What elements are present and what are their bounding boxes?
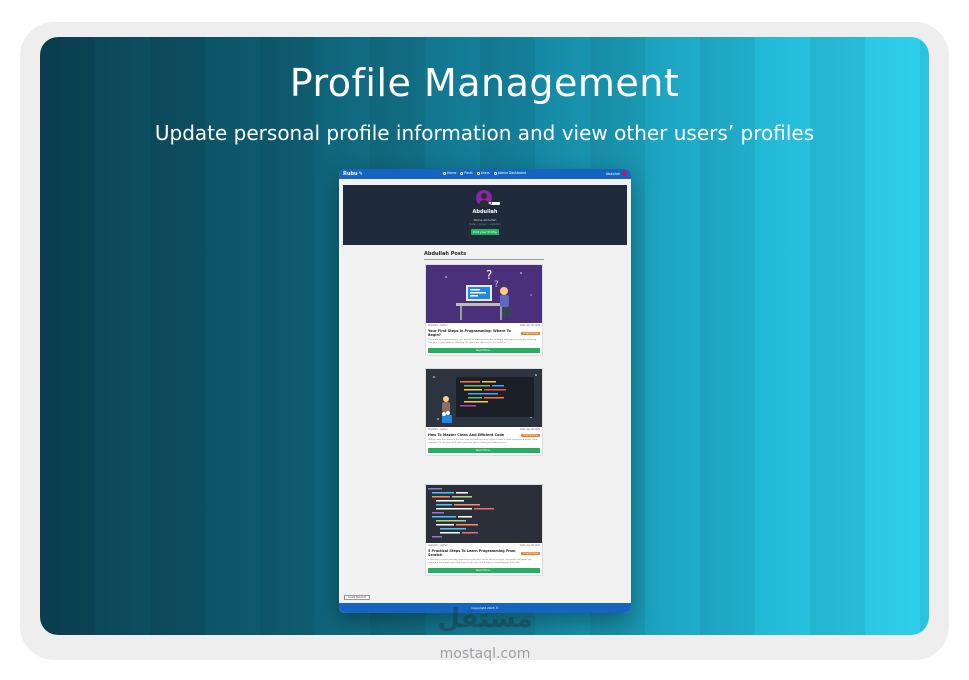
post-date: Date: Apr 06 2025 [519, 428, 540, 431]
post-author: Abdullah • Author [428, 428, 448, 431]
nav-users[interactable]: Users [476, 171, 490, 175]
post-excerpt: The world of programming is vast and ful… [428, 339, 537, 344]
nav-avatar [622, 171, 627, 176]
post-author: Abdullah • Author [428, 324, 448, 327]
create-post-button[interactable]: Create New Post [344, 595, 370, 600]
hero-title: Profile Management [289, 61, 680, 105]
svg-text:?: ? [486, 268, 492, 282]
post-title[interactable]: 5 Practical Steps To Learn Programming F… [428, 549, 521, 557]
watermark-latin: mostaql.com [439, 646, 531, 662]
post-date: Date: Apr 06 2025 [519, 324, 540, 327]
nav-user-label: Abdullah [606, 171, 620, 176]
post-image [426, 369, 542, 427]
post-card: Abdullah • Author Date: Apr 06 2025 5 Pr… [425, 484, 543, 576]
read-more-button[interactable]: Read More... [428, 568, 540, 573]
read-more-button[interactable]: Read More... [428, 448, 540, 453]
post-image: ? ? [426, 265, 542, 323]
post-tag: Programming [521, 433, 540, 437]
post-title[interactable]: Your First Steps In Programming: Where T… [428, 329, 521, 337]
read-more-button[interactable]: Read More... [428, 348, 540, 353]
post-title-row: Your First Steps In Programming: Where T… [426, 328, 542, 338]
profile-banner: Abdullah Name abdullah Date • Joined • L… [343, 185, 627, 245]
edit-profile-button[interactable]: Edit your Profile [471, 229, 499, 235]
nav-home[interactable]: Home [443, 171, 456, 175]
post-title-row: 5 Practical Steps To Learn Programming F… [426, 548, 542, 558]
posts-divider [424, 259, 544, 260]
post-image [426, 485, 542, 543]
nav-links: Home Posts Users Admin Dashboard [443, 171, 526, 175]
nav-posts[interactable]: Posts [460, 171, 473, 175]
nav-user-menu[interactable]: Abdullah [606, 171, 627, 176]
post-author: Abdullah • Author [428, 544, 448, 547]
code-editor-illustration [426, 485, 542, 543]
post-excerpt: Writing code that works is the first ste… [428, 439, 538, 444]
svg-text:?: ? [494, 280, 499, 290]
posts-icon [460, 171, 464, 175]
users-icon [476, 171, 480, 175]
profile-name: Abdullah [472, 209, 498, 215]
nav-home-label: Home [447, 171, 457, 175]
top-navbar: Rubu ✎ Home Posts Users Admin Dashboard … [339, 169, 631, 179]
watermark-arabic: مستقل [437, 604, 533, 634]
post-excerpt: If you want to start learning programmin… [428, 559, 532, 564]
post-date: Date: Apr 06 2025 [519, 544, 540, 547]
dashboard-icon [493, 171, 497, 175]
nav-users-label: Users [480, 171, 490, 175]
post-tag: Programming [521, 331, 540, 335]
programmer-illustration: ? ? [426, 265, 542, 323]
nav-posts-label: Posts [464, 171, 473, 175]
hero-subtitle: Update personal profile information and … [154, 121, 815, 145]
post-tag: Programming [521, 551, 540, 555]
nav-admin-label: Admin Dashboard [497, 171, 527, 175]
app-screenshot: Rubu ✎ Home Posts Users Admin Dashboard … [339, 169, 631, 613]
post-card: ? ? Abdullah • Author Date: Apr 06 2025 … [425, 264, 543, 356]
post-title[interactable]: How To Master Clean And Efficient Code [428, 433, 504, 437]
coding-illustration [426, 369, 542, 427]
pen-icon: ✎ [358, 171, 363, 177]
profile-meta: Date • Joined • Location [469, 223, 501, 226]
nav-admin-dashboard[interactable]: Admin Dashboard [493, 171, 527, 175]
home-icon [443, 171, 446, 175]
app-logo[interactable]: Rubu [343, 171, 358, 177]
camera-icon[interactable] [488, 201, 492, 205]
post-card: Abdullah • Author Date: Apr 06 2025 How … [425, 368, 543, 456]
hero-card: Profile Management Update personal profi… [40, 37, 929, 635]
posts-heading: Abdullah Posts [424, 251, 467, 257]
profile-username: Name abdullah [473, 218, 497, 222]
